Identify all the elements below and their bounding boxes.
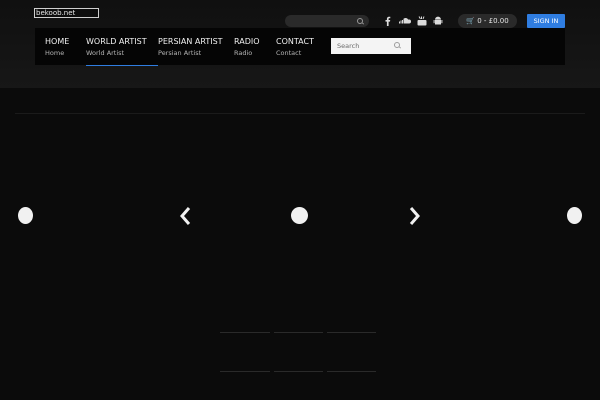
nav-sublabel: Contact — [276, 49, 302, 57]
nav-label: CONTACT — [276, 37, 314, 46]
cart-total: 0 - £0.00 — [477, 17, 509, 25]
slider-dot-left[interactable] — [18, 207, 33, 224]
nav-sublabel: Home — [45, 49, 65, 57]
search-icon[interactable] — [394, 42, 400, 48]
nav-sublabel: World Artist — [86, 49, 125, 57]
placeholder-bar — [274, 332, 323, 333]
soundcloud-icon[interactable] — [398, 15, 412, 27]
nav-item-home[interactable]: HOME Home — [45, 37, 69, 58]
nav-item-radio[interactable]: RADIO Radio — [234, 37, 260, 58]
placeholder-bar — [220, 332, 270, 333]
nav-label: PERSIAN ARTIST — [158, 37, 223, 46]
placeholder-bar — [274, 371, 323, 372]
placeholder-bar — [327, 332, 376, 333]
placeholder-bar — [327, 371, 376, 372]
chevron-left-icon[interactable] — [178, 206, 192, 226]
youtube-icon[interactable] — [416, 15, 428, 27]
nav-item-world-artist[interactable]: WORLD ARTIST World Artist — [86, 37, 147, 58]
facebook-icon[interactable] — [382, 15, 394, 27]
nav-label: RADIO — [234, 37, 260, 46]
cart-button[interactable]: 🛒 0 - £0.00 — [458, 14, 517, 28]
android-icon[interactable] — [432, 15, 444, 27]
section-divider — [15, 113, 585, 114]
slider-dot-right[interactable] — [567, 207, 582, 224]
placeholder-bar — [220, 371, 270, 372]
slider-dot-center[interactable] — [291, 207, 308, 224]
cart-icon: 🛒 — [466, 17, 475, 25]
nav-sublabel: Radio — [234, 49, 253, 57]
nav-item-contact[interactable]: CONTACT Contact — [276, 37, 314, 58]
nav-item-persian-artist[interactable]: PERSIAN ARTIST Persian Artist — [158, 37, 223, 58]
sign-in-button[interactable]: SIGN IN — [527, 14, 565, 28]
nav-label: HOME — [45, 37, 70, 46]
top-search-field[interactable] — [285, 15, 369, 27]
active-nav-indicator — [86, 65, 158, 66]
chevron-right-icon[interactable] — [408, 206, 422, 226]
nav-sublabel: Persian Artist — [158, 49, 202, 57]
nav-label: WORLD ARTIST — [86, 37, 147, 46]
site-logo[interactable]: bekoob.net — [34, 8, 99, 18]
search-icon — [357, 18, 363, 24]
